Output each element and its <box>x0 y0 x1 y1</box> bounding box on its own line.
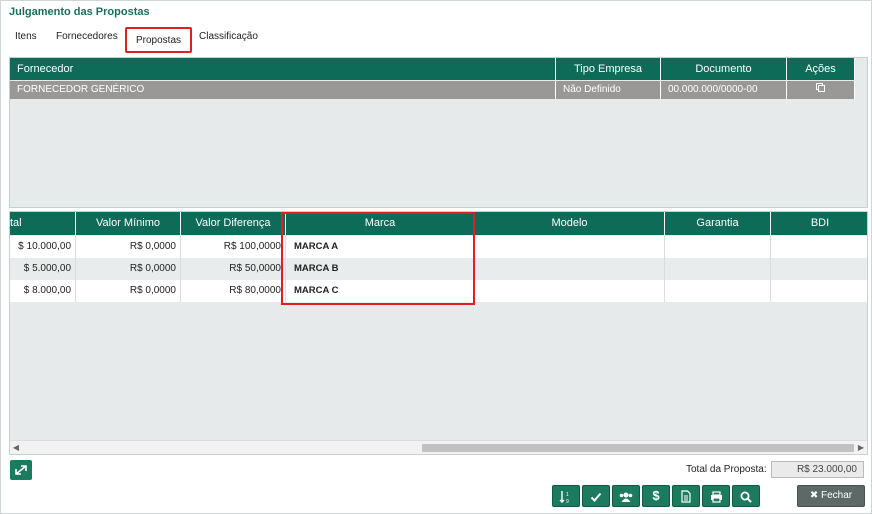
print-icon <box>710 489 723 503</box>
table-row[interactable]: $ 8.000,00 R$ 0,0000 R$ 80,0000 MARCA C <box>10 280 867 302</box>
header-fornecedor[interactable]: Fornecedor <box>10 58 556 80</box>
cell-garantia <box>665 280 771 302</box>
search-icon <box>740 489 752 503</box>
sort-icon: 19 <box>559 489 573 505</box>
cell-valor-minimo: R$ 0,0000 <box>76 236 181 258</box>
cell-valor-minimo: R$ 0,0000 <box>76 280 181 302</box>
dollar-icon: $ <box>652 488 660 503</box>
scroll-left-icon[interactable]: ◀ <box>10 441 22 454</box>
cell-modelo <box>475 280 665 302</box>
cell-valor-diferenca: R$ 100,0000 <box>181 236 286 258</box>
suppliers-grid: Fornecedor Tipo Empresa Documento Ações … <box>9 57 868 208</box>
scrollbar-thumb[interactable] <box>422 444 854 452</box>
cell-acoes <box>787 81 855 99</box>
svg-text:1: 1 <box>566 492 569 498</box>
table-row[interactable]: $ 5.000,00 R$ 0,0000 R$ 50,0000 MARCA B <box>10 258 867 280</box>
cell-valor-minimo: R$ 0,0000 <box>76 258 181 280</box>
header-bdi[interactable]: BDI <box>771 212 867 235</box>
header-documento[interactable]: Documento <box>661 58 787 80</box>
tab-bar: Itens Fornecedores Propostas Classificaç… <box>1 25 871 55</box>
table-row[interactable]: $ 10.000,00 R$ 0,0000 R$ 100,0000 MARCA … <box>10 236 867 258</box>
dollar-button[interactable]: $ <box>642 485 670 507</box>
cell-modelo <box>475 236 665 258</box>
sort-button[interactable]: 19 <box>552 485 580 507</box>
users-icon <box>618 489 634 503</box>
suppliers-grid-header: Fornecedor Tipo Empresa Documento Ações <box>10 58 855 80</box>
header-tipo-empresa[interactable]: Tipo Empresa <box>556 58 661 80</box>
svg-text:9: 9 <box>566 499 569 504</box>
cell-marca: MARCA C <box>286 280 475 302</box>
cell-documento: 00.000.000/0000-00 <box>661 81 787 99</box>
header-valor-diferenca[interactable]: Valor Diferença <box>181 212 286 235</box>
proposals-window: Julgamento das Propostas Itens Fornecedo… <box>0 0 872 514</box>
tab-propostas[interactable]: Propostas <box>125 27 193 53</box>
expand-button[interactable] <box>10 460 32 480</box>
cell-valor-diferenca: R$ 80,0000 <box>181 280 286 302</box>
cell-total: $ 8.000,00 <box>10 280 76 302</box>
proposals-grid-header: tal Valor Mínimo Valor Diferença Marca M… <box>10 212 867 235</box>
check-icon <box>590 489 602 503</box>
cell-marca: MARCA B <box>286 258 475 280</box>
document-button[interactable] <box>672 485 700 507</box>
total-label: Total da Proposta: <box>686 464 767 475</box>
total-value-field: R$ 23.000,00 <box>771 461 864 478</box>
header-marca[interactable]: Marca <box>286 212 475 235</box>
confirm-button[interactable] <box>582 485 610 507</box>
horizontal-scrollbar[interactable]: ◀ ▶ <box>10 440 867 454</box>
close-button[interactable]: ✖ Fechar <box>797 485 865 507</box>
copy-icon[interactable] <box>816 81 825 92</box>
close-button-label: Fechar <box>821 490 853 501</box>
table-row[interactable]: FORNECEDOR GENÉRICO Não Definido 00.000.… <box>10 81 855 99</box>
cell-bdi <box>771 280 867 302</box>
cell-total: $ 5.000,00 <box>10 258 76 280</box>
cell-total: $ 10.000,00 <box>10 236 76 258</box>
users-button[interactable] <box>612 485 640 507</box>
window-title: Julgamento das Propostas <box>9 6 150 18</box>
cell-garantia <box>665 236 771 258</box>
header-total[interactable]: tal <box>10 212 76 235</box>
expand-icon <box>15 465 27 475</box>
cell-marca: MARCA A <box>286 236 475 258</box>
header-valor-minimo[interactable]: Valor Mínimo <box>76 212 181 235</box>
tab-classificacao[interactable]: Classificação <box>199 31 258 42</box>
header-garantia[interactable]: Garantia <box>665 212 771 235</box>
search-button[interactable] <box>732 485 760 507</box>
cell-garantia <box>665 258 771 280</box>
scroll-right-icon[interactable]: ▶ <box>855 441 867 454</box>
cell-valor-diferenca: R$ 50,0000 <box>181 258 286 280</box>
cell-tipo-empresa: Não Definido <box>556 81 661 99</box>
proposals-grid: tal Valor Mínimo Valor Diferença Marca M… <box>9 211 868 455</box>
cell-fornecedor: FORNECEDOR GENÉRICO <box>10 81 556 99</box>
cell-modelo <box>475 258 665 280</box>
cell-bdi <box>771 236 867 258</box>
header-modelo[interactable]: Modelo <box>475 212 665 235</box>
tab-fornecedores[interactable]: Fornecedores <box>56 31 118 42</box>
tab-itens[interactable]: Itens <box>15 31 37 42</box>
close-icon: ✖ <box>809 490 819 501</box>
document-icon <box>681 489 691 503</box>
print-button[interactable] <box>702 485 730 507</box>
header-acoes: Ações <box>787 58 855 80</box>
cell-bdi <box>771 258 867 280</box>
